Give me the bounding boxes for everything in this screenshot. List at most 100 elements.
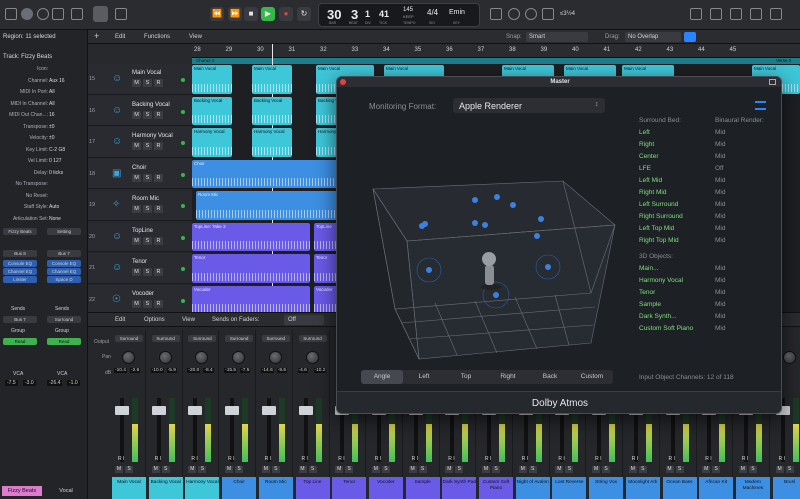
solo-button[interactable]: S [143,79,152,87]
list-icon[interactable] [755,101,766,110]
record-input-buttons[interactable]: R I [118,456,124,462]
track-on-indicator[interactable] [181,141,185,145]
track-icon[interactable]: ☺ [112,136,123,147]
solo-button[interactable]: S [602,466,611,473]
solo-button[interactable]: S [675,466,684,473]
record-input-buttons[interactable]: R I [228,456,234,462]
solo-button[interactable]: S [565,466,574,473]
solo-button[interactable]: S [345,466,354,473]
record-input-buttons[interactable]: R I [705,456,711,462]
automation-mode[interactable]: Read [3,338,37,345]
mute-button[interactable]: M [702,466,711,473]
inspector-value[interactable]: Auto [49,204,59,210]
inspector-value[interactable]: 0 127 [49,158,62,164]
channel-name[interactable]: Backing Vocal [148,477,183,499]
view-angle-button[interactable]: Angle [361,370,403,384]
mixer-edit-menu[interactable]: Edit [115,317,125,323]
record-input-buttons[interactable]: R I [155,456,161,462]
solo-button[interactable]: S [161,466,170,473]
solo-button[interactable]: S [785,466,794,473]
region-header[interactable]: Region: 11 selected [3,34,56,40]
editors-icon[interactable] [115,8,127,20]
edit-menu[interactable]: Edit [115,34,125,40]
output-slot[interactable]: Surround [151,335,180,342]
track-icon[interactable]: ☉ [112,294,123,305]
inspector-value[interactable]: Aux 16 [49,78,65,84]
record-input-buttons[interactable]: R I [558,456,564,462]
count-in-icon[interactable] [542,8,554,20]
view-back-button[interactable]: Back [529,370,571,384]
audio-region[interactable]: Harmony Vocal [192,128,232,157]
functions-menu[interactable]: Functions [144,34,170,40]
solo-button[interactable]: S [143,173,152,182]
record-input-buttons[interactable]: R I [265,456,271,462]
volume-fader-handle[interactable] [261,406,276,415]
mute-button[interactable]: M [132,236,141,245]
audio-region[interactable]: Backing Vocal [252,96,292,125]
binaural-mode[interactable]: Mid [715,289,725,296]
binaural-mode[interactable]: Mid [715,153,725,160]
solo-button[interactable]: S [308,466,317,473]
track-header-row[interactable]: 18 ▣ Choir M S R [88,158,192,189]
audio-region[interactable]: Harmony Vocal [252,128,292,157]
eq-slot[interactable]: Channel EQ [47,268,81,275]
binaural-mode[interactable]: Mid [715,265,725,272]
binaural-mode[interactable]: Mid [715,201,725,208]
mute-button[interactable]: M [371,466,380,473]
record-input-buttons[interactable]: R I [669,456,675,462]
view-left-button[interactable]: Left [403,370,445,384]
eq-slot[interactable]: Console EQ [3,260,37,267]
speaker-cube-view[interactable] [357,145,629,361]
bed-channel-row[interactable]: Right Mid Mid [639,189,769,196]
mixer-icon[interactable] [93,6,108,22]
audio-region[interactable]: Room Mic [196,191,342,220]
record-icon[interactable]: ● [279,7,293,21]
record-enable-button[interactable]: R [154,110,163,119]
channel-name[interactable]: String Vox [589,477,624,499]
channel-name[interactable]: African Kit [699,477,734,499]
marker-lane[interactable]: Chorus 1 Verse 2 [192,58,800,64]
inspector-icon[interactable] [21,8,33,20]
record-input-buttons[interactable]: R I [742,456,748,462]
track-on-indicator[interactable] [181,235,185,240]
track-header-row[interactable]: 22 ☉ Vocoder M S R [88,284,192,315]
track-name[interactable]: Backing Vocal [132,102,170,108]
bed-channel-row[interactable]: Center Mid [639,153,769,160]
output-slot[interactable]: Surround [47,316,81,323]
solo-button[interactable]: S [143,205,152,213]
setting-slot[interactable]: Setting [47,228,81,235]
record-enable-button[interactable]: R [154,173,163,182]
vca-label[interactable]: VCA [13,371,23,377]
inspector-value[interactable]: 16 [49,112,55,118]
solo-button[interactable]: S [638,466,647,473]
record-enable-button[interactable]: R [154,268,163,276]
pan-knob[interactable] [158,351,172,364]
binaural-mode[interactable]: Mid [715,129,725,136]
track-on-indicator[interactable] [181,298,185,303]
track-icon[interactable]: ☺ [112,262,123,273]
track-icon[interactable]: ▣ [112,168,123,179]
ruler[interactable]: 28 29 30 31 32 33 34 35 36 37 38 39 40 41 42 43 44 45 [192,44,800,58]
output-slot[interactable]: Surround [188,335,217,342]
pan-knob[interactable] [122,351,135,364]
mute-button[interactable]: M [261,466,270,473]
view-selector[interactable]: Angle Left Top Right Back Custom [361,370,613,384]
binaural-mode[interactable]: Mid [715,225,725,232]
stop-icon[interactable]: ■ [244,7,258,21]
bed-channel-row[interactable]: Right Top Mid Mid [639,237,769,244]
volume-fader-handle[interactable] [151,406,166,415]
pan-knob[interactable] [268,351,282,364]
track-header[interactable]: Track: Fizzy Beats [3,54,52,60]
smart-controls-icon[interactable] [71,8,83,20]
binaural-mode[interactable]: Off [715,165,724,172]
solo-button[interactable]: S [528,466,537,473]
solo-button[interactable]: S [143,299,152,308]
audio-region[interactable]: Vocoder [192,285,310,314]
binaural-mode[interactable]: Mid [715,325,725,332]
inspector-value[interactable]: ±0 [49,135,55,141]
mute-button[interactable]: M [665,466,674,473]
record-enable-button[interactable]: R [154,205,163,213]
channel-name[interactable]: Modern Machines [735,477,770,499]
bed-channel-row[interactable]: Left Surround Mid [639,201,769,208]
list-editors-icon[interactable] [490,8,502,20]
